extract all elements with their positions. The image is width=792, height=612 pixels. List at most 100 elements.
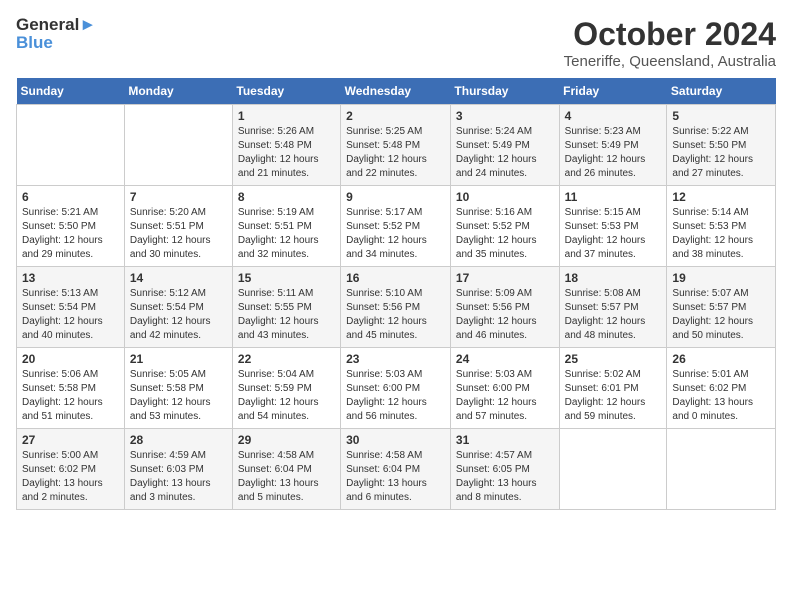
header-monday: Monday (124, 78, 232, 105)
day-number: 5 (672, 109, 770, 123)
day-info: Sunrise: 5:26 AM Sunset: 5:48 PM Dayligh… (238, 125, 335, 181)
day-info: Sunrise: 5:16 AM Sunset: 5:52 PM Dayligh… (456, 206, 554, 262)
day-info: Sunrise: 5:25 AM Sunset: 5:48 PM Dayligh… (346, 125, 445, 181)
day-number: 15 (238, 271, 335, 285)
day-cell: 1 Sunrise: 5:26 AM Sunset: 5:48 PM Daylig… (232, 105, 340, 186)
day-cell: 27 Sunrise: 5:00 AM Sunset: 6:02 PM Dayli… (17, 429, 125, 510)
day-number: 1 (238, 109, 335, 123)
day-cell: 13Sunrise: 5:13 AM Sunset: 5:54 PM Dayli… (17, 267, 125, 348)
day-cell (667, 429, 776, 510)
day-number: 11 (565, 190, 662, 204)
day-cell (559, 429, 667, 510)
day-number: 27 (22, 433, 119, 447)
day-number: 24 (456, 352, 554, 366)
day-cell: 19 Sunrise: 5:07 AM Sunset: 5:57 PM Dayli… (667, 267, 776, 348)
day-cell: 29Sunrise: 4:58 AM Sunset: 6:04 PM Dayli… (232, 429, 340, 510)
day-cell: 15 Sunrise: 5:11 AM Sunset: 5:55 PM Dayli… (232, 267, 340, 348)
day-info: Sunrise: 5:17 AM Sunset: 5:52 PM Dayligh… (346, 206, 445, 262)
logo-blue: Blue (16, 33, 53, 53)
day-info: Sunrise: 5:11 AM Sunset: 5:55 PM Dayligh… (238, 287, 335, 343)
day-cell: 4Sunrise: 5:23 AM Sunset: 5:49 PM Daylig… (559, 105, 667, 186)
day-info: Sunrise: 5:22 AM Sunset: 5:50 PM Dayligh… (672, 125, 770, 181)
day-info: Sunrise: 5:20 AM Sunset: 5:51 PM Dayligh… (130, 206, 227, 262)
day-cell: 23 Sunrise: 5:03 AM Sunset: 6:00 PM Dayli… (341, 348, 451, 429)
week-row-4: 20 Sunrise: 5:06 AM Sunset: 5:58 PM Dayli… (17, 348, 776, 429)
day-info: Sunrise: 5:07 AM Sunset: 5:57 PM Dayligh… (672, 287, 770, 343)
header-wednesday: Wednesday (341, 78, 451, 105)
day-number: 8 (238, 190, 335, 204)
day-cell: 30 Sunrise: 4:58 AM Sunset: 6:04 PM Dayli… (341, 429, 451, 510)
day-cell: 7 Sunrise: 5:20 AM Sunset: 5:51 PM Daylig… (124, 186, 232, 267)
day-number: 10 (456, 190, 554, 204)
day-info: Sunrise: 5:15 AM Sunset: 5:53 PM Dayligh… (565, 206, 662, 262)
day-number: 14 (130, 271, 227, 285)
day-info: Sunrise: 5:03 AM Sunset: 6:00 PM Dayligh… (346, 368, 445, 424)
header-thursday: Thursday (450, 78, 559, 105)
day-number: 28 (130, 433, 227, 447)
day-number: 12 (672, 190, 770, 204)
day-info: Sunrise: 5:23 AM Sunset: 5:49 PM Dayligh… (565, 125, 662, 181)
day-cell (124, 105, 232, 186)
day-info: Sunrise: 5:02 AM Sunset: 6:01 PM Dayligh… (565, 368, 662, 424)
day-cell: 12 Sunrise: 5:14 AM Sunset: 5:53 PM Dayli… (667, 186, 776, 267)
week-row-2: 6Sunrise: 5:21 AM Sunset: 5:50 PM Daylig… (17, 186, 776, 267)
header-friday: Friday (559, 78, 667, 105)
day-cell: 11 Sunrise: 5:15 AM Sunset: 5:53 PM Dayli… (559, 186, 667, 267)
day-number: 19 (672, 271, 770, 285)
calendar-header-row: SundayMondayTuesdayWednesdayThursdayFrid… (17, 78, 776, 105)
day-info: Sunrise: 5:05 AM Sunset: 5:58 PM Dayligh… (130, 368, 227, 424)
day-cell: 8 Sunrise: 5:19 AM Sunset: 5:51 PM Daylig… (232, 186, 340, 267)
day-cell: 26Sunrise: 5:01 AM Sunset: 6:02 PM Dayli… (667, 348, 776, 429)
day-info: Sunrise: 5:24 AM Sunset: 5:49 PM Dayligh… (456, 125, 554, 181)
day-info: Sunrise: 5:00 AM Sunset: 6:02 PM Dayligh… (22, 449, 119, 505)
day-number: 21 (130, 352, 227, 366)
week-row-3: 13Sunrise: 5:13 AM Sunset: 5:54 PM Dayli… (17, 267, 776, 348)
week-row-5: 27 Sunrise: 5:00 AM Sunset: 6:02 PM Dayli… (17, 429, 776, 510)
day-number: 16 (346, 271, 445, 285)
title-block: October 2024 Teneriffe, Queensland, Aust… (564, 16, 776, 70)
day-cell: 10 Sunrise: 5:16 AM Sunset: 5:52 PM Dayli… (450, 186, 559, 267)
day-number: 25 (565, 352, 662, 366)
day-info: Sunrise: 4:58 AM Sunset: 6:04 PM Dayligh… (238, 449, 335, 505)
day-cell: 25 Sunrise: 5:02 AM Sunset: 6:01 PM Dayli… (559, 348, 667, 429)
day-cell: 14Sunrise: 5:12 AM Sunset: 5:54 PM Dayli… (124, 267, 232, 348)
day-cell: 6Sunrise: 5:21 AM Sunset: 5:50 PM Daylig… (17, 186, 125, 267)
day-cell: 2 Sunrise: 5:25 AM Sunset: 5:48 PM Daylig… (341, 105, 451, 186)
day-number: 6 (22, 190, 119, 204)
header-tuesday: Tuesday (232, 78, 340, 105)
day-info: Sunrise: 4:59 AM Sunset: 6:03 PM Dayligh… (130, 449, 227, 505)
day-number: 2 (346, 109, 445, 123)
month-title: October 2024 (564, 16, 776, 53)
day-number: 18 (565, 271, 662, 285)
day-info: Sunrise: 4:57 AM Sunset: 6:05 PM Dayligh… (456, 449, 554, 505)
day-number: 30 (346, 433, 445, 447)
header-saturday: Saturday (667, 78, 776, 105)
day-cell: 31 Sunrise: 4:57 AM Sunset: 6:05 PM Dayli… (450, 429, 559, 510)
day-number: 7 (130, 190, 227, 204)
day-number: 31 (456, 433, 554, 447)
day-info: Sunrise: 4:58 AM Sunset: 6:04 PM Dayligh… (346, 449, 445, 505)
day-info: Sunrise: 5:09 AM Sunset: 5:56 PM Dayligh… (456, 287, 554, 343)
day-info: Sunrise: 5:14 AM Sunset: 5:53 PM Dayligh… (672, 206, 770, 262)
day-number: 3 (456, 109, 554, 123)
day-number: 23 (346, 352, 445, 366)
day-cell: 24Sunrise: 5:03 AM Sunset: 6:00 PM Dayli… (450, 348, 559, 429)
day-cell: 18 Sunrise: 5:08 AM Sunset: 5:57 PM Dayli… (559, 267, 667, 348)
day-cell (17, 105, 125, 186)
day-cell: 9 Sunrise: 5:17 AM Sunset: 5:52 PM Daylig… (341, 186, 451, 267)
calendar-table: SundayMondayTuesdayWednesdayThursdayFrid… (16, 78, 776, 510)
calendar-body: 1 Sunrise: 5:26 AM Sunset: 5:48 PM Daylig… (17, 105, 776, 510)
day-number: 20 (22, 352, 119, 366)
week-row-1: 1 Sunrise: 5:26 AM Sunset: 5:48 PM Daylig… (17, 105, 776, 186)
day-info: Sunrise: 5:08 AM Sunset: 5:57 PM Dayligh… (565, 287, 662, 343)
day-cell: 17 Sunrise: 5:09 AM Sunset: 5:56 PM Dayli… (450, 267, 559, 348)
day-info: Sunrise: 5:10 AM Sunset: 5:56 PM Dayligh… (346, 287, 445, 343)
day-info: Sunrise: 5:06 AM Sunset: 5:58 PM Dayligh… (22, 368, 119, 424)
day-cell: 16 Sunrise: 5:10 AM Sunset: 5:56 PM Dayli… (341, 267, 451, 348)
day-info: Sunrise: 5:19 AM Sunset: 5:51 PM Dayligh… (238, 206, 335, 262)
day-cell: 21 Sunrise: 5:05 AM Sunset: 5:58 PM Dayli… (124, 348, 232, 429)
day-cell: 3 Sunrise: 5:24 AM Sunset: 5:49 PM Daylig… (450, 105, 559, 186)
day-info: Sunrise: 5:13 AM Sunset: 5:54 PM Dayligh… (22, 287, 119, 343)
day-number: 17 (456, 271, 554, 285)
day-number: 9 (346, 190, 445, 204)
